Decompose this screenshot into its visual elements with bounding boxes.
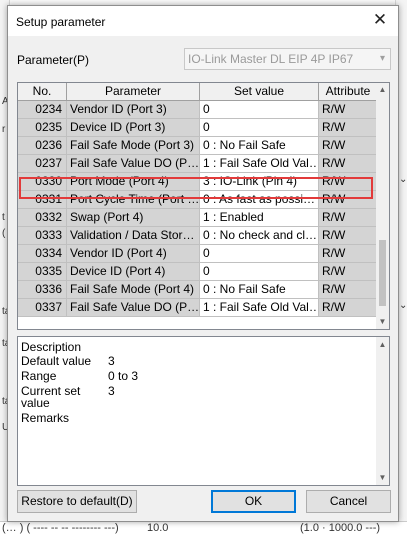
cell-attribute: R/W xyxy=(319,281,378,299)
cell-attribute: R/W xyxy=(319,191,378,209)
cell-no: 0331 xyxy=(18,191,67,209)
cell-set-value[interactable]: 0 : No check and cl… xyxy=(200,227,319,245)
cell-set-value[interactable]: 0 : No Fail Safe xyxy=(200,137,319,155)
table-row[interactable]: 0335 Device ID (Port 4) 0 R/W xyxy=(18,263,378,281)
range-value: 0 to 3 xyxy=(108,369,139,383)
cell-no: 0235 xyxy=(18,119,67,137)
column-header-attribute[interactable]: Attribute xyxy=(319,83,378,101)
ok-button[interactable]: OK xyxy=(211,490,296,513)
cell-no: 0337 xyxy=(18,299,67,317)
desc-scroll-up-icon[interactable]: ▲ xyxy=(376,340,389,349)
description-scrollbar[interactable]: ▲ ▼ xyxy=(376,337,389,485)
cell-no: 0330 xyxy=(18,173,67,191)
table-row[interactable]: 0334 Vendor ID (Port 4) 0 R/W xyxy=(18,245,378,263)
table-row[interactable]: 0234 Vendor ID (Port 3) 0 R/W xyxy=(18,101,378,119)
default-value: 3 xyxy=(108,354,115,368)
column-header-set-value[interactable]: Set value xyxy=(200,83,319,101)
cell-parameter: Validation / Data Stor… xyxy=(67,227,200,245)
cell-parameter: Fail Safe Value DO (P… xyxy=(67,299,200,317)
desc-scroll-down-icon[interactable]: ▼ xyxy=(376,473,389,482)
cell-parameter: Vendor ID (Port 4) xyxy=(67,245,200,263)
cell-set-value[interactable]: 1 : Fail Safe Old Val… xyxy=(200,299,319,317)
table-row[interactable]: 0237 Fail Safe Value DO (P… 1 : Fail Safe … xyxy=(18,155,378,173)
cell-attribute: R/W xyxy=(319,227,378,245)
table-row[interactable]: 0336 Fail Safe Mode (Port 4) 0 : No Fail S… xyxy=(18,281,378,299)
table-row[interactable]: 0235 Device ID (Port 3) 0 R/W xyxy=(18,119,378,137)
cell-no: 0335 xyxy=(18,263,67,281)
grid-rows: 0234 Vendor ID (Port 3) 0 R/W 0235 Device ID … xyxy=(18,101,378,317)
cell-no: 0333 xyxy=(18,227,67,245)
cell-parameter: Vendor ID (Port 3) xyxy=(67,101,200,119)
cell-parameter: Device ID (Port 3) xyxy=(67,119,200,137)
background-status-row: (… ) ( ---- -- -- -------- ---) 10.0 (1.… xyxy=(0,521,407,535)
scroll-thumb[interactable] xyxy=(379,240,386,306)
current-set-value: 3 xyxy=(108,384,115,398)
cell-set-value[interactable]: 1 : Enabled xyxy=(200,209,319,227)
column-header-parameter[interactable]: Parameter xyxy=(67,83,200,101)
cell-attribute: R/W xyxy=(319,119,378,137)
description-panel: Description Default value 3 Range 0 to 3… xyxy=(17,336,390,486)
restore-default-button[interactable]: Restore to default(D) xyxy=(17,490,137,513)
cell-set-value[interactable]: 0 : As fast as possi… xyxy=(200,191,319,209)
table-row[interactable]: 0337 Fail Safe Value DO (P… 1 : Fail Safe … xyxy=(18,299,378,317)
cell-set-value[interactable]: 0 : No Fail Safe xyxy=(200,281,319,299)
cell-parameter: Device ID (Port 4) xyxy=(67,263,200,281)
table-row[interactable]: 0333 Validation / Data Stor… 0 : No check … xyxy=(18,227,378,245)
scroll-down-icon[interactable]: ▼ xyxy=(376,315,389,329)
cancel-button[interactable]: Cancel xyxy=(306,490,391,513)
bg-bottom-left-text: (… ) ( ---- -- -- -------- ---) xyxy=(2,522,119,534)
bg-bottom-mid-text: 10.0 xyxy=(147,522,169,534)
current-set-label-2: value xyxy=(21,396,50,410)
cell-parameter: Fail Safe Mode (Port 3) xyxy=(67,137,200,155)
setup-parameter-dialog: Setup parameter ✕ Parameter(P) IO-Link M… xyxy=(7,5,399,522)
cell-attribute: R/W xyxy=(319,155,378,173)
range-label: Range xyxy=(21,369,57,383)
default-value-label: Default value xyxy=(21,354,92,368)
cell-set-value[interactable]: 0 xyxy=(200,119,319,137)
table-row[interactable]: 0236 Fail Safe Mode (Port 3) 0 : No Fail S… xyxy=(18,137,378,155)
cell-attribute: R/W xyxy=(319,263,378,281)
cell-no: 0234 xyxy=(18,101,67,119)
close-icon[interactable]: ✕ xyxy=(370,10,390,30)
cell-set-value[interactable]: 3 : IO-Link (Pin 4) xyxy=(200,173,319,191)
cell-attribute: R/W xyxy=(319,299,378,317)
cell-no: 0332 xyxy=(18,209,67,227)
cell-no: 0237 xyxy=(18,155,67,173)
cell-set-value[interactable]: 1 : Fail Safe Old Val… xyxy=(200,155,319,173)
parameter-select-value: IO-Link Master DL EIP 4P IP67 xyxy=(188,52,354,66)
parameter-grid: No. Parameter Set value Attribute 0234 Ve… xyxy=(17,82,390,330)
table-row[interactable]: 0330 Port Mode (Port 4) 3 : IO-Link (Pin 4… xyxy=(18,173,378,191)
cell-parameter: Port Cycle Time (Port … xyxy=(67,191,200,209)
parameter-select[interactable]: IO-Link Master DL EIP 4P IP67 ▾ xyxy=(184,48,391,70)
cell-attribute: R/W xyxy=(319,101,378,119)
dialog-title: Setup parameter xyxy=(16,15,106,29)
grid-header: No. Parameter Set value Attribute xyxy=(18,83,378,101)
cell-attribute: R/W xyxy=(319,209,378,227)
grid-scrollbar[interactable]: ▲ ▼ xyxy=(376,83,389,329)
cell-attribute: R/W xyxy=(319,137,378,155)
cell-attribute: R/W xyxy=(319,245,378,263)
cell-set-value[interactable]: 0 xyxy=(200,245,319,263)
cell-no: 0236 xyxy=(18,137,67,155)
remarks-label: Remarks xyxy=(21,411,70,425)
cell-set-value[interactable]: 0 xyxy=(200,263,319,281)
cell-set-value[interactable]: 0 xyxy=(200,101,319,119)
cell-no: 0334 xyxy=(18,245,67,263)
table-row[interactable]: 0332 Swap (Port 4) 1 : Enabled R/W xyxy=(18,209,378,227)
parameter-label: Parameter(P) xyxy=(17,53,90,67)
cell-attribute: R/W xyxy=(319,173,378,191)
cell-parameter: Fail Safe Mode (Port 4) xyxy=(67,281,200,299)
description-label: Description xyxy=(21,340,82,354)
cell-parameter: Swap (Port 4) xyxy=(67,209,200,227)
cell-parameter: Fail Safe Value DO (P… xyxy=(67,155,200,173)
chevron-down-icon: ▾ xyxy=(379,53,385,64)
dialog-titlebar: Setup parameter ✕ xyxy=(8,6,398,36)
scroll-up-icon[interactable]: ▲ xyxy=(376,83,389,97)
cell-parameter: Port Mode (Port 4) xyxy=(67,173,200,191)
cell-no: 0336 xyxy=(18,281,67,299)
bg-bottom-right-text: (1.0 · 1000.0 ---) xyxy=(300,522,381,534)
table-row[interactable]: 0331 Port Cycle Time (Port … 0 : As fast a… xyxy=(18,191,378,209)
column-header-no[interactable]: No. xyxy=(18,83,67,101)
